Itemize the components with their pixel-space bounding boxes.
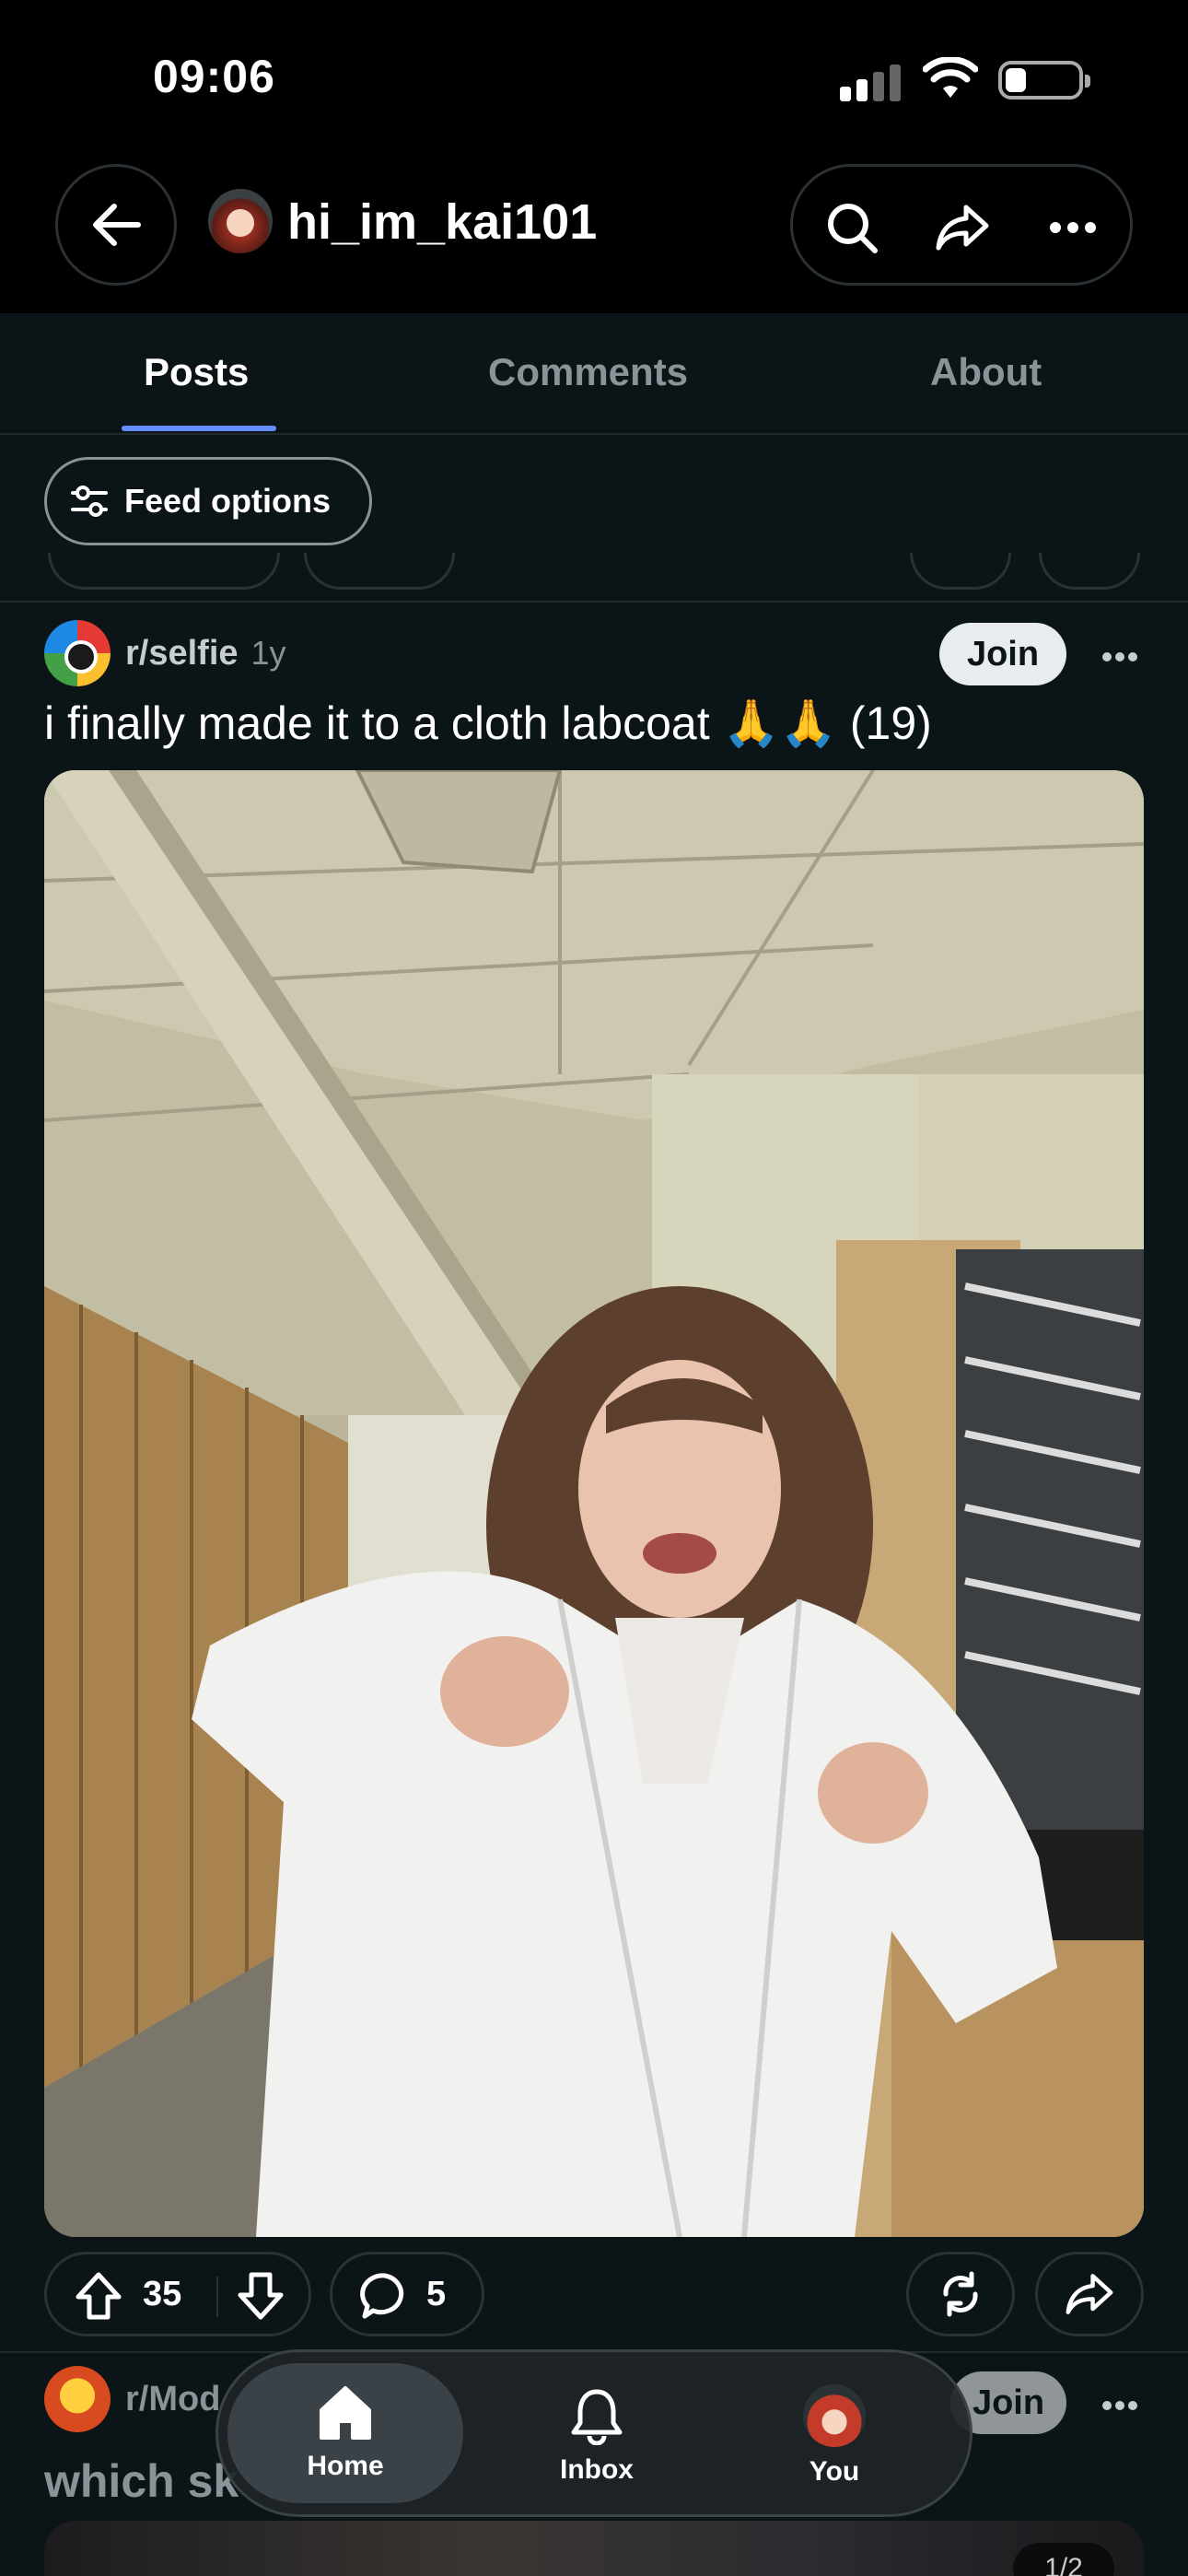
- battery-icon: [998, 61, 1090, 100]
- nav-you[interactable]: You: [716, 2352, 952, 2520]
- share-button[interactable]: [935, 200, 990, 255]
- comment-count: 5: [426, 2275, 447, 2313]
- downvote-icon[interactable]: [237, 2271, 285, 2321]
- header-actions: [790, 164, 1133, 286]
- gallery-page-indicator: 1/2: [1013, 2543, 1114, 2576]
- home-icon: [320, 2386, 371, 2440]
- subreddit-name[interactable]: r/selfie: [125, 634, 239, 673]
- share-icon: [1066, 2274, 1113, 2314]
- filter-chip-partial: [1039, 553, 1140, 590]
- feed-options-label: Feed options: [124, 482, 331, 520]
- divider: [216, 2277, 218, 2317]
- tab-about[interactable]: About: [930, 350, 1042, 394]
- post-more-button[interactable]: [1101, 636, 1138, 663]
- comment-icon: [360, 2273, 404, 2319]
- post-title[interactable]: i finally made it to a cloth labcoat 🙏🙏 …: [44, 697, 1149, 751]
- avatar: [803, 2384, 866, 2447]
- share-post-button[interactable]: [1035, 2252, 1144, 2336]
- tab-comments[interactable]: Comments: [488, 350, 688, 394]
- nav-home[interactable]: Home: [227, 2363, 463, 2503]
- filter-chip-partial: [304, 553, 455, 590]
- status-bar: 09:06: [0, 0, 1188, 157]
- post-image[interactable]: [44, 770, 1144, 2237]
- wifi-icon: [923, 57, 978, 98]
- crosspost-icon: [943, 2271, 978, 2317]
- more-icon: [1050, 222, 1096, 233]
- more-options-button[interactable]: [1045, 200, 1101, 255]
- post-image[interactable]: [44, 2521, 1144, 2576]
- back-arrow-icon: [93, 204, 141, 246]
- status-time: 09:06: [153, 51, 275, 102]
- feed-options-button[interactable]: Feed options: [44, 457, 372, 545]
- tab-posts[interactable]: Posts: [144, 350, 249, 394]
- post-header: r/selfie 1y: [44, 619, 286, 687]
- active-tab-indicator: [122, 426, 276, 431]
- subreddit-icon[interactable]: [44, 620, 111, 686]
- nav-inbox-label: Inbox: [560, 2454, 634, 2485]
- profile-header: hi_im_kai101: [0, 157, 1188, 313]
- nav-home-label: Home: [307, 2451, 384, 2481]
- post-title[interactable]: which sk: [44, 2454, 239, 2508]
- next-post-header: r/Mod: [44, 2366, 220, 2432]
- cellular-signal-icon: [840, 64, 904, 101]
- back-button[interactable]: [55, 164, 177, 286]
- vote-controls: 35: [44, 2252, 311, 2336]
- subreddit-icon[interactable]: [44, 2366, 111, 2432]
- profile-username[interactable]: hi_im_kai101: [287, 193, 597, 251]
- sliders-icon: [71, 486, 108, 517]
- more-icon: [1102, 2401, 1137, 2410]
- search-button[interactable]: [824, 200, 879, 255]
- bottom-navigation: Home Inbox You: [215, 2349, 973, 2517]
- join-button[interactable]: Join: [939, 623, 1066, 685]
- upvote-icon[interactable]: [75, 2271, 122, 2321]
- crosspost-button[interactable]: [906, 2252, 1015, 2336]
- nav-you-label: You: [809, 2456, 860, 2487]
- filter-chip-partial: [910, 553, 1011, 590]
- post-more-button[interactable]: [1101, 2384, 1138, 2412]
- subreddit-name[interactable]: r/Mod: [125, 2380, 220, 2419]
- bell-icon: [571, 2389, 623, 2445]
- user-avatar[interactable]: [208, 189, 273, 253]
- filter-chip-partial: [48, 553, 280, 590]
- upvote-count: 35: [143, 2275, 182, 2313]
- search-icon: [828, 204, 878, 253]
- nav-inbox[interactable]: Inbox: [479, 2352, 715, 2520]
- divider: [0, 601, 1188, 603]
- profile-tabs: Posts Comments About: [0, 313, 1188, 435]
- share-icon: [936, 205, 989, 251]
- post-age: 1y: [250, 634, 286, 672]
- comments-button[interactable]: 5: [330, 2252, 484, 2336]
- more-icon: [1102, 652, 1137, 662]
